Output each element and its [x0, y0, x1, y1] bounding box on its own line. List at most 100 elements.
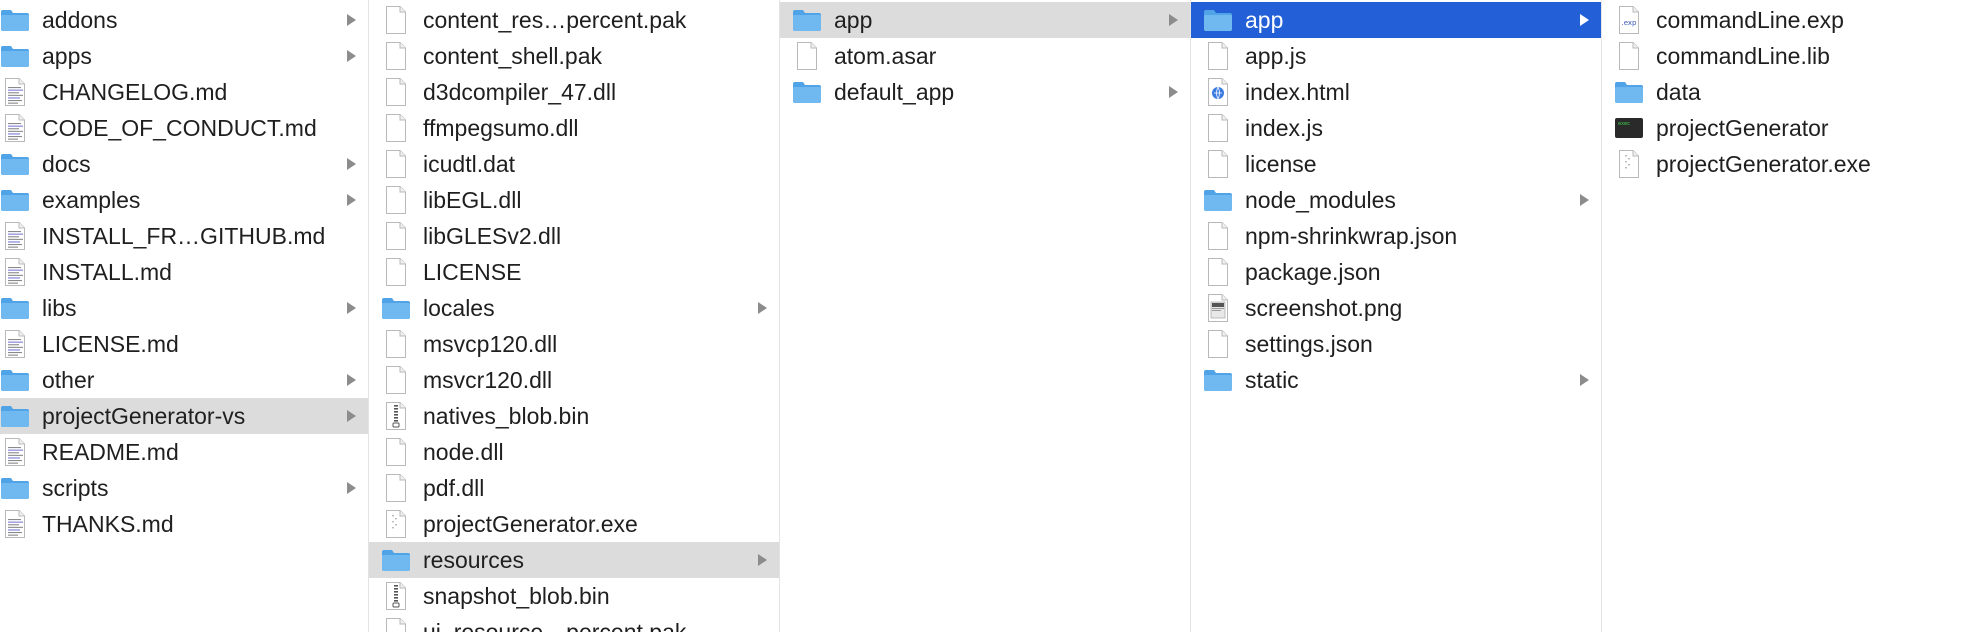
file-row[interactable]: license	[1191, 146, 1601, 182]
folder-row[interactable]: data	[1602, 74, 1966, 110]
column-3[interactable]: app atom.asar default_app	[780, 0, 1191, 632]
item-name: INSTALL_FR…GITHUB.md	[42, 223, 326, 249]
file-row[interactable]: content_shell.pak	[369, 38, 779, 74]
file-row[interactable]: .exp commandLine.exp	[1602, 2, 1966, 38]
folder-icon	[0, 401, 30, 431]
chevron-right-icon[interactable]	[1162, 74, 1184, 110]
item-name: libs	[42, 295, 77, 321]
file-row[interactable]: CHANGELOG.md	[0, 74, 368, 110]
document-icon	[1203, 41, 1233, 71]
folder-icon	[0, 185, 30, 215]
item-name: libEGL.dll	[423, 187, 522, 213]
image-file-icon	[1203, 293, 1233, 323]
item-name: static	[1245, 367, 1299, 393]
file-row[interactable]: exec projectGenerator	[1602, 110, 1966, 146]
file-row[interactable]: icudtl.dat	[369, 146, 779, 182]
file-row[interactable]: libEGL.dll	[369, 182, 779, 218]
terminal-executable-icon: exec	[1614, 113, 1644, 143]
item-name: node_modules	[1245, 187, 1396, 213]
folder-row[interactable]: resources	[369, 542, 779, 578]
file-row[interactable]: d3dcompiler_47.dll	[369, 74, 779, 110]
column-5[interactable]: .exp commandLine.exp commandLine.lib data ex…	[1602, 0, 1966, 632]
folder-row[interactable]: app	[780, 2, 1190, 38]
text-document-icon	[0, 437, 30, 467]
file-row[interactable]: CODE_OF_CONDUCT.md	[0, 110, 368, 146]
chevron-right-icon[interactable]	[340, 362, 362, 398]
document-icon	[381, 257, 411, 287]
folder-row[interactable]: projectGenerator-vs	[0, 398, 368, 434]
document-icon	[1203, 329, 1233, 359]
chevron-right-icon[interactable]	[340, 290, 362, 326]
chevron-right-icon[interactable]	[340, 38, 362, 74]
file-row[interactable]: INSTALL_FR…GITHUB.md	[0, 218, 368, 254]
item-name: projectGenerator	[1656, 115, 1829, 141]
file-row[interactable]: content_res…percent.pak	[369, 2, 779, 38]
file-row[interactable]: settings.json	[1191, 326, 1601, 362]
chevron-right-icon[interactable]	[751, 542, 773, 578]
folder-row[interactable]: node_modules	[1191, 182, 1601, 218]
archive-file-icon	[381, 401, 411, 431]
folder-row[interactable]: static	[1191, 362, 1601, 398]
file-row[interactable]: LICENSE	[369, 254, 779, 290]
file-row[interactable]: projectGenerator.exe	[369, 506, 779, 542]
file-row[interactable]: README.md	[0, 434, 368, 470]
folder-row[interactable]: scripts	[0, 470, 368, 506]
file-row[interactable]: app.js	[1191, 38, 1601, 74]
chevron-right-icon[interactable]	[340, 398, 362, 434]
folder-row[interactable]: default_app	[780, 74, 1190, 110]
item-name: ffmpegsumo.dll	[423, 115, 579, 141]
file-row[interactable]: msvcr120.dll	[369, 362, 779, 398]
file-row[interactable]: snapshot_blob.bin	[369, 578, 779, 614]
item-name: commandLine.lib	[1656, 43, 1830, 69]
column-1[interactable]: addons apps CHANGELOG.md CODE_OF_CONDUCT.md…	[0, 0, 369, 632]
folder-row[interactable]: libs	[0, 290, 368, 326]
chevron-right-icon[interactable]	[340, 2, 362, 38]
file-row[interactable]: package.json	[1191, 254, 1601, 290]
folder-icon	[0, 473, 30, 503]
text-document-icon	[0, 77, 30, 107]
file-row[interactable]: msvcp120.dll	[369, 326, 779, 362]
folder-row[interactable]: app	[1191, 2, 1601, 38]
chevron-right-icon[interactable]	[1573, 362, 1595, 398]
file-row[interactable]: ui_resource…percent.pak	[369, 614, 779, 632]
item-name: settings.json	[1245, 331, 1373, 357]
file-row[interactable]: npm-shrinkwrap.json	[1191, 218, 1601, 254]
file-row[interactable]: node.dll	[369, 434, 779, 470]
chevron-right-icon[interactable]	[340, 182, 362, 218]
document-icon	[381, 185, 411, 215]
file-row[interactable]: INSTALL.md	[0, 254, 368, 290]
folder-row[interactable]: locales	[369, 290, 779, 326]
document-icon	[381, 365, 411, 395]
chevron-right-icon[interactable]	[1573, 2, 1595, 38]
file-row[interactable]: screenshot.png	[1191, 290, 1601, 326]
folder-row[interactable]: docs	[0, 146, 368, 182]
folder-row[interactable]: other	[0, 362, 368, 398]
text-document-icon	[0, 329, 30, 359]
file-row[interactable]: atom.asar	[780, 38, 1190, 74]
item-name: package.json	[1245, 259, 1381, 285]
chevron-right-icon[interactable]	[751, 290, 773, 326]
file-row[interactable]: libGLESv2.dll	[369, 218, 779, 254]
chevron-right-icon[interactable]	[1162, 2, 1184, 38]
file-row[interactable]: pdf.dll	[369, 470, 779, 506]
folder-row[interactable]: apps	[0, 38, 368, 74]
executable-file-icon	[381, 509, 411, 539]
chevron-right-icon[interactable]	[1573, 182, 1595, 218]
item-name: d3dcompiler_47.dll	[423, 79, 617, 105]
file-row[interactable]: index.html	[1191, 74, 1601, 110]
file-row[interactable]: THANKS.md	[0, 506, 368, 542]
column-4[interactable]: app app.js index.html index.js license node_m…	[1191, 0, 1602, 632]
item-name: app	[834, 7, 873, 33]
file-row[interactable]: projectGenerator.exe	[1602, 146, 1966, 182]
file-row[interactable]: index.js	[1191, 110, 1601, 146]
chevron-right-icon[interactable]	[340, 146, 362, 182]
file-row[interactable]: LICENSE.md	[0, 326, 368, 362]
file-row[interactable]: ffmpegsumo.dll	[369, 110, 779, 146]
column-2[interactable]: content_res…percent.pak content_shell.pak…	[369, 0, 780, 632]
folder-row[interactable]: addons	[0, 2, 368, 38]
document-icon	[1203, 113, 1233, 143]
file-row[interactable]: natives_blob.bin	[369, 398, 779, 434]
file-row[interactable]: commandLine.lib	[1602, 38, 1966, 74]
folder-row[interactable]: examples	[0, 182, 368, 218]
chevron-right-icon[interactable]	[340, 470, 362, 506]
